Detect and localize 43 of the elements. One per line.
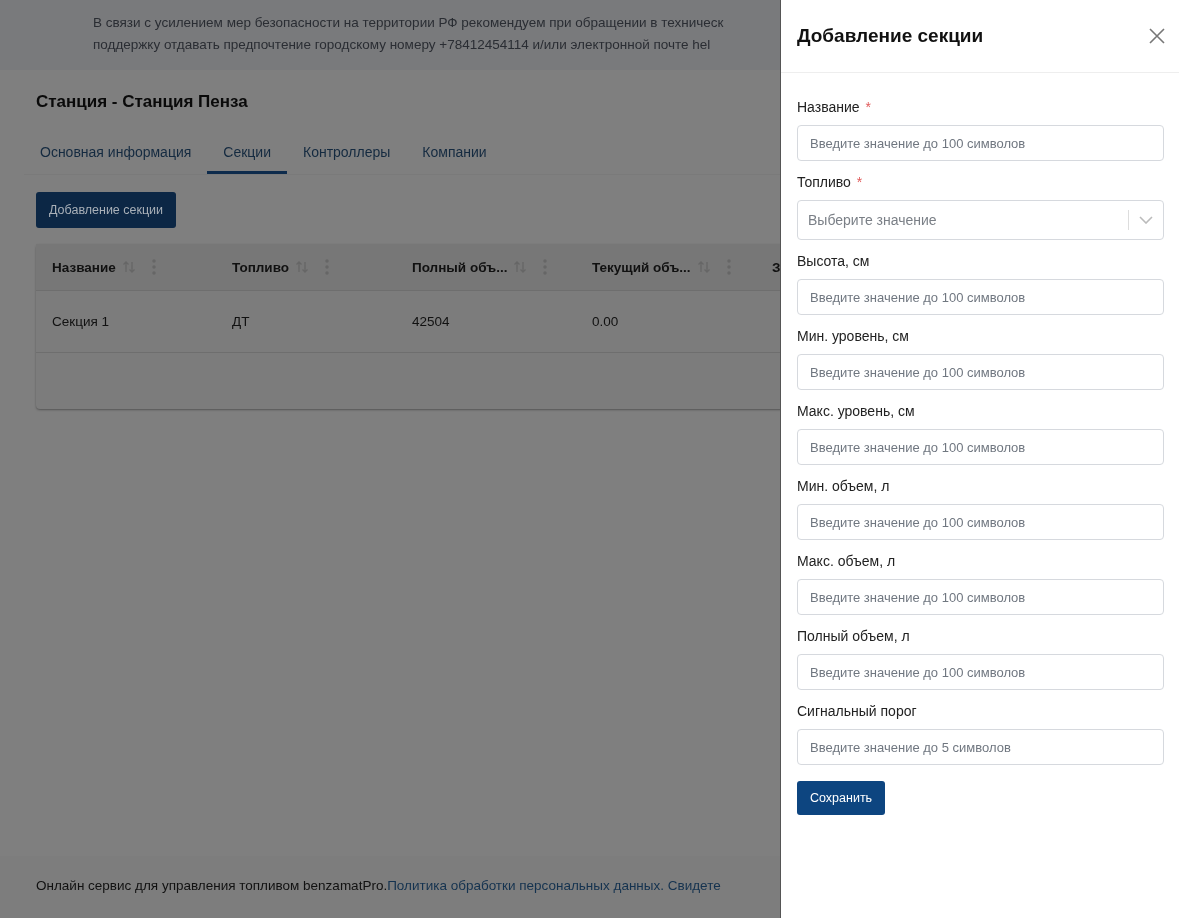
column-header[interactable]: Топливо	[232, 259, 290, 275]
select-field[interactable]: Выберите значение	[797, 200, 1164, 240]
save-button[interactable]: Сохранить	[797, 781, 886, 815]
page-title: Станция - Станция Пенза	[36, 92, 249, 112]
field-label: Сигнальный порог	[797, 703, 917, 719]
input-field[interactable]: Введите значение до 5 символов	[797, 729, 1164, 765]
privacy-link[interactable]: Политика обработки персональных данных. Свидете	[387, 878, 721, 893]
input-field[interactable]: Введите значение до 100 символов	[797, 579, 1164, 615]
close-icon[interactable]	[1149, 28, 1165, 44]
field-label: Высота, см	[797, 253, 870, 269]
input-field[interactable]: Введите значение до 100 символов	[797, 429, 1164, 465]
notice-text: поддержку отдавать предпочтение городскому номеру +78412454114 и/или электронной почте hel	[93, 36, 711, 54]
required-mark: *	[856, 174, 863, 190]
input-field[interactable]: Введите значение до 100 символов	[797, 125, 1164, 161]
table-cell: 0.00	[592, 314, 619, 329]
field-label: Макс. уровень, см	[797, 403, 915, 419]
field-label: Мин. объем, л	[797, 478, 890, 494]
input-field[interactable]: Введите значение до 100 символов	[797, 279, 1164, 315]
required-mark: *	[865, 99, 871, 115]
input-field[interactable]: Введите значение до 100 символов	[797, 654, 1164, 690]
tab[interactable]: Контроллеры	[287, 136, 407, 174]
column-header[interactable]: З	[772, 259, 780, 275]
footer-text: Онлайн сервис для управления топливом benzamatPro.	[36, 878, 388, 893]
notice-text: В связи с усилением мер безопасности на территории РФ рекомендуем при обращении в техническ	[93, 14, 724, 32]
add-section-button[interactable]: Добавление секции	[36, 192, 177, 228]
input-field[interactable]: Введите значение до 100 символов	[797, 504, 1164, 540]
chevron-down-icon[interactable]	[1139, 216, 1153, 224]
field-label: Название	[797, 99, 860, 115]
column-header[interactable]: Текущий объ...	[592, 259, 691, 275]
table-cell: 42504	[412, 314, 450, 329]
drawer-title: Добавление секции	[797, 25, 984, 47]
column-header[interactable]: Полный объ...	[412, 259, 508, 275]
field-label: Полный объем, л	[797, 628, 910, 644]
table-cell: Секция 1	[52, 314, 109, 329]
tab[interactable]: Секции	[207, 136, 287, 174]
field-label: Топливо	[797, 174, 851, 190]
table-cell: ДТ	[232, 314, 250, 329]
field-label: Мин. уровень, см	[797, 328, 909, 344]
tab[interactable]: Компании	[406, 136, 503, 174]
tab[interactable]: Основная информация	[24, 136, 208, 174]
field-label: Макс. объем, л	[797, 553, 896, 569]
input-field[interactable]: Введите значение до 100 символов	[797, 354, 1164, 390]
column-header[interactable]: Название	[52, 259, 116, 275]
